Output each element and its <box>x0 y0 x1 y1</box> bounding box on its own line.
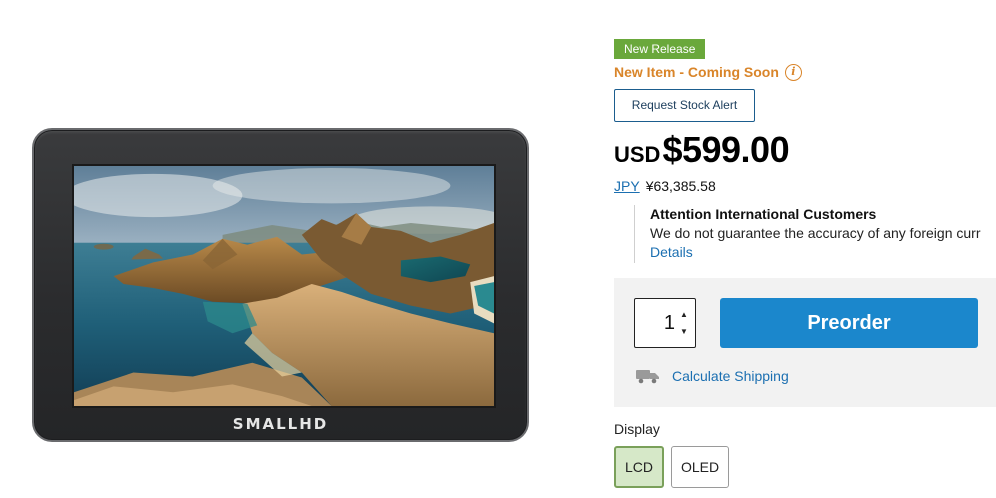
chevron-down-icon[interactable]: ▼ <box>679 327 689 337</box>
quantity-stepper[interactable]: 1 ▲ ▼ <box>634 298 696 348</box>
monitor-screen <box>72 164 496 408</box>
display-option-label: Display <box>614 421 660 437</box>
notice-title: Attention International Customers <box>650 206 877 222</box>
chevron-up-icon[interactable]: ▲ <box>679 310 689 320</box>
converted-price: JPY ¥63,385.58 <box>614 177 716 195</box>
truck-icon <box>636 370 659 384</box>
calculate-shipping-link[interactable]: Calculate Shipping <box>672 368 789 384</box>
converted-price-amount: ¥63,385.58 <box>645 178 716 194</box>
display-option-lcd[interactable]: LCD <box>614 446 664 488</box>
availability-status: New Item - Coming Soon i <box>614 62 802 82</box>
availability-text: New Item - Coming Soon <box>614 64 779 80</box>
calculate-shipping[interactable]: Calculate Shipping <box>636 368 789 384</box>
price-currency: USD <box>614 142 661 167</box>
notice-body: We do not guarantee the accuracy of any … <box>650 225 981 241</box>
landscape-image <box>74 166 494 406</box>
new-release-badge: New Release <box>614 39 706 59</box>
notice-details-link[interactable]: Details <box>650 243 996 262</box>
brand-logo: SMALLHD <box>232 415 329 433</box>
international-notice: Attention International Customers We do … <box>634 205 996 263</box>
product-image[interactable]: SMALLHD <box>32 128 529 442</box>
preorder-button[interactable]: Preorder <box>720 298 978 348</box>
info-icon[interactable]: i <box>784 63 802 81</box>
quantity-value[interactable]: 1 <box>635 299 675 347</box>
price-amount: $599.00 <box>662 129 790 170</box>
buy-box: 1 ▲ ▼ Preorder Calculate Shipping <box>614 278 996 407</box>
request-stock-alert-button[interactable]: Request Stock Alert <box>614 89 755 122</box>
price: USD $599.00 <box>614 129 790 171</box>
display-option-oled[interactable]: OLED <box>671 446 729 488</box>
currency-switch-link[interactable]: JPY <box>614 177 640 195</box>
